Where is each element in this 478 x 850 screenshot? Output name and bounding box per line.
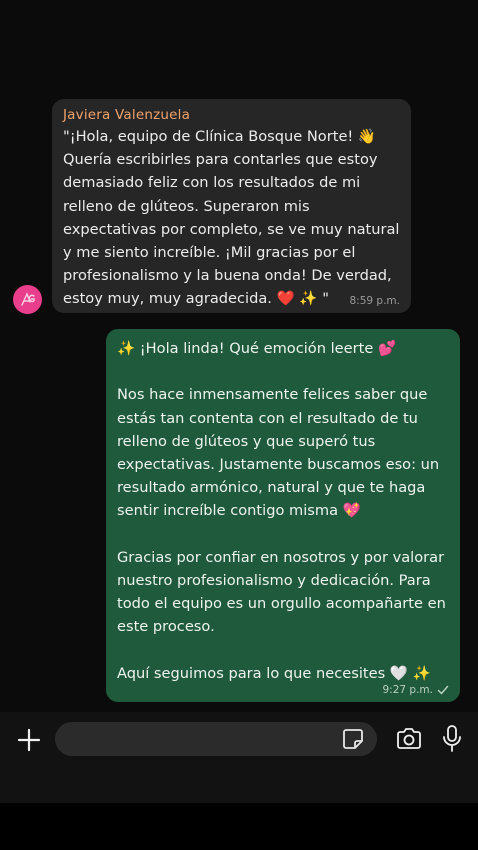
incoming-message-bubble[interactable]: Javiera Valenzuela "¡Hola, equipo de Clí… xyxy=(52,99,411,313)
mic-icon[interactable] xyxy=(441,724,463,754)
outgoing-message-meta: 9:27 p.m. xyxy=(383,684,450,696)
clinic-logo-icon xyxy=(20,291,35,306)
sticker-icon[interactable] xyxy=(342,728,364,750)
incoming-message-time: 8:59 p.m. xyxy=(349,295,401,307)
avatar[interactable] xyxy=(13,285,42,314)
outgoing-message-time: 9:27 p.m. xyxy=(382,684,434,696)
camera-icon[interactable] xyxy=(395,727,423,751)
outgoing-message-bubble[interactable]: ✨ ¡Hola linda! Qué emoción leerte 💕 Nos … xyxy=(106,329,460,702)
message-composer xyxy=(0,712,478,803)
message-input[interactable] xyxy=(55,722,377,756)
outgoing-message-text: ✨ ¡Hola linda! Qué emoción leerte 💕 Nos … xyxy=(117,340,446,682)
sender-name[interactable]: Javiera Valenzuela xyxy=(63,106,401,124)
chat-area: Javiera Valenzuela "¡Hola, equipo de Clí… xyxy=(0,0,478,712)
plus-icon[interactable] xyxy=(17,728,41,752)
bottom-system-bar xyxy=(0,803,478,850)
check-icon xyxy=(437,685,449,695)
incoming-message-text: "¡Hola, equipo de Clínica Bosque Norte! … xyxy=(63,128,400,308)
